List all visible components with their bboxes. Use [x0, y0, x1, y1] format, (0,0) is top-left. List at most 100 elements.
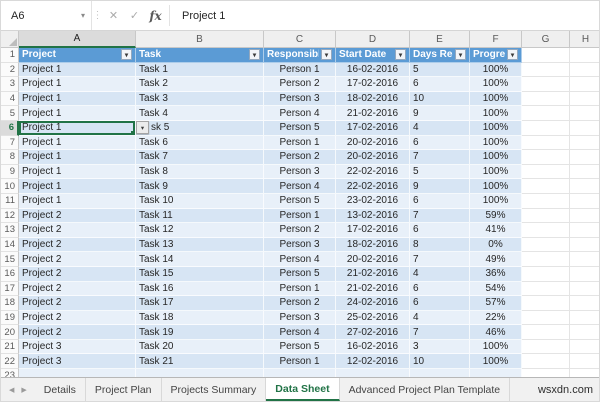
tab-scroll-left-icon[interactable]: ◀	[9, 386, 14, 394]
cell-e2[interactable]: 5	[410, 62, 470, 78]
filter-button-icon[interactable]: ▾	[395, 49, 406, 61]
cell-g6[interactable]	[522, 120, 570, 136]
filter-button-icon[interactable]: ▾	[121, 49, 132, 61]
cell-h19[interactable]	[570, 310, 599, 326]
cell-e14[interactable]: 8	[410, 237, 470, 253]
header-cell-a1[interactable]: Project ▾	[19, 48, 136, 63]
cell-a8[interactable]: Project 1	[19, 150, 136, 165]
row-header-22[interactable]: 22	[1, 354, 19, 370]
column-header-A[interactable]: A	[19, 31, 136, 48]
row-header-7[interactable]: 7	[1, 135, 19, 151]
filter-button-icon[interactable]: ▾	[455, 49, 466, 61]
cancel-icon[interactable]: ✕	[103, 1, 124, 30]
cell-d15[interactable]: 20-02-2016	[336, 252, 410, 267]
cell-f2[interactable]: 100%	[470, 62, 522, 78]
cell-c22[interactable]: Person 1	[264, 354, 336, 370]
cell-d9[interactable]: 22-02-2016	[336, 164, 410, 180]
cell-a6[interactable]: Project 1	[19, 120, 136, 136]
row-header-18[interactable]: 18	[1, 296, 19, 311]
cell-g14[interactable]	[522, 237, 570, 253]
sheet-tab-data-sheet[interactable]: Data Sheet	[266, 378, 340, 401]
cell-g5[interactable]	[522, 106, 570, 121]
row-header-5[interactable]: 5	[1, 106, 19, 121]
cell-a20[interactable]: Project 2	[19, 325, 136, 340]
cell-b20[interactable]: Task 19	[136, 325, 264, 340]
tab-scroll-right-icon[interactable]: ▶	[21, 386, 26, 394]
row-header-11[interactable]: 11	[1, 193, 19, 209]
cell-c7[interactable]: Person 1	[264, 135, 336, 151]
cell-c12[interactable]: Person 1	[264, 208, 336, 224]
cell-h8[interactable]	[570, 150, 599, 165]
cell-f19[interactable]: 22%	[470, 310, 522, 326]
cell-b14[interactable]: Task 13	[136, 237, 264, 253]
row-header-13[interactable]: 13	[1, 223, 19, 238]
cell-d13[interactable]: 17-02-2016	[336, 223, 410, 238]
cell-c21[interactable]: Person 5	[264, 339, 336, 355]
cell-h5[interactable]	[570, 106, 599, 121]
cell-h14[interactable]	[570, 237, 599, 253]
cell-a5[interactable]: Project 1	[19, 106, 136, 121]
column-header-E[interactable]: E	[410, 31, 470, 48]
row-header-21[interactable]: 21	[1, 339, 19, 355]
cell-f21[interactable]: 100%	[470, 339, 522, 355]
cell-c23[interactable]	[264, 369, 336, 377]
cell-c8[interactable]: Person 2	[264, 150, 336, 165]
row-header-1[interactable]: 1	[1, 48, 19, 63]
cell-e11[interactable]: 6	[410, 193, 470, 209]
cell-d20[interactable]: 27-02-2016	[336, 325, 410, 340]
cell-e20[interactable]: 7	[410, 325, 470, 340]
cell-e3[interactable]: 6	[410, 77, 470, 92]
cell-h4[interactable]	[570, 91, 599, 107]
cell-e13[interactable]: 6	[410, 223, 470, 238]
cell-f10[interactable]: 100%	[470, 179, 522, 194]
cell-d16[interactable]: 21-02-2016	[336, 266, 410, 282]
cell-d11[interactable]: 23-02-2016	[336, 193, 410, 209]
cell-g18[interactable]	[522, 296, 570, 311]
cell-b9[interactable]: Task 8	[136, 164, 264, 180]
column-header-H[interactable]: H	[570, 31, 599, 48]
cell-d6[interactable]: 17-02-2016	[336, 120, 410, 136]
cell-d19[interactable]: 25-02-2016	[336, 310, 410, 326]
cell-g17[interactable]	[522, 281, 570, 297]
cell-h17[interactable]	[570, 281, 599, 297]
sheet-tab-advanced-project-plan-template[interactable]: Advanced Project Plan Template	[340, 378, 511, 401]
cell-g21[interactable]	[522, 339, 570, 355]
sheet-tab-details[interactable]: Details	[35, 378, 86, 401]
cell-d7[interactable]: 20-02-2016	[336, 135, 410, 151]
cell-h12[interactable]	[570, 208, 599, 224]
cell-c16[interactable]: Person 5	[264, 266, 336, 282]
cell-a7[interactable]: Project 1	[19, 135, 136, 151]
cell-f18[interactable]: 57%	[470, 296, 522, 311]
cell-c11[interactable]: Person 5	[264, 193, 336, 209]
cell-c14[interactable]: Person 3	[264, 237, 336, 253]
cell-e19[interactable]: 4	[410, 310, 470, 326]
cell-b3[interactable]: Task 2	[136, 77, 264, 92]
row-header-8[interactable]: 8	[1, 150, 19, 165]
cell-b11[interactable]: Task 10	[136, 193, 264, 209]
cell-g2[interactable]	[522, 62, 570, 78]
cell-f22[interactable]: 100%	[470, 354, 522, 370]
cell-a2[interactable]: Project 1	[19, 62, 136, 78]
cell-g23[interactable]	[522, 369, 570, 377]
row-header-15[interactable]: 15	[1, 252, 19, 267]
cell-g20[interactable]	[522, 325, 570, 340]
cell-a14[interactable]: Project 2	[19, 237, 136, 253]
cell-b17[interactable]: Task 16	[136, 281, 264, 297]
cell-g1[interactable]	[522, 48, 570, 63]
cell-g19[interactable]	[522, 310, 570, 326]
header-cell-e1[interactable]: Days Req.▾	[410, 48, 470, 63]
row-header-6[interactable]: 6	[1, 120, 19, 136]
cell-h23[interactable]	[570, 369, 599, 377]
cell-d2[interactable]: 16-02-2016	[336, 62, 410, 78]
cell-f23[interactable]	[470, 369, 522, 377]
cell-g8[interactable]	[522, 150, 570, 165]
cell-d12[interactable]: 13-02-2016	[336, 208, 410, 224]
cell-a16[interactable]: Project 2	[19, 266, 136, 282]
enter-icon[interactable]: ✓	[124, 1, 145, 30]
name-box-dropdown-icon[interactable]: ▾	[81, 11, 85, 20]
filter-button-icon[interactable]: ▾	[249, 49, 260, 61]
sheet-tab-project-plan[interactable]: Project Plan	[86, 378, 162, 401]
cell-b12[interactable]: Task 11	[136, 208, 264, 224]
cell-a12[interactable]: Project 2	[19, 208, 136, 224]
cell-b13[interactable]: Task 12	[136, 223, 264, 238]
